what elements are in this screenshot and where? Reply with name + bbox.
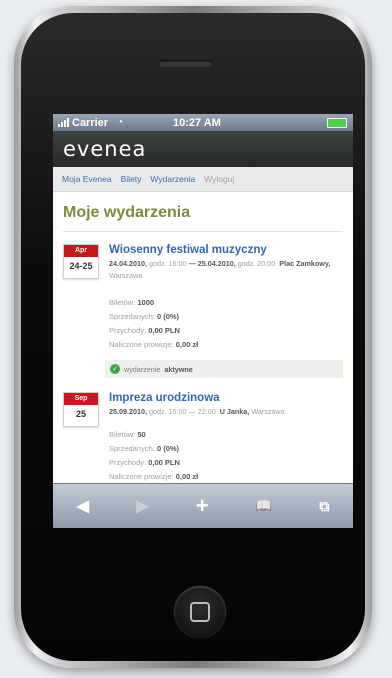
sold-label: Sprzedanych: [109,312,155,321]
event-venue: U Janka, [219,407,250,416]
event-end-date: — 25.04.2010, [188,259,236,268]
app-header: evenea [53,131,353,167]
phone-screen: Carrier ◔ 10:27 AM evenea Moja Evenea Bi… [53,114,353,528]
main-nav: Moja Evenea Bilety Wydarzenia Wyloguj [53,167,353,192]
sold-value: 0 (0%) [156,312,180,321]
check-icon: ✓ [110,364,120,374]
event-day: 24-25 [69,261,93,271]
event-date-badge: Sep 25 [63,392,99,427]
event-city: Warszawa [251,407,285,416]
income-value: 0,00 PLN [148,326,180,335]
event-card: Apr 24-25 Wiosenny festiwal muzyczny 24.… [53,232,353,378]
event-meta: 25.09.2010, godz. 15:00 — 22:00 U Janka,… [109,406,343,418]
event-stats: Biletów: 50 Sprzedanych: 0 (0%) Przychod… [109,428,343,484]
nav-wyloguj[interactable]: Wyloguj [204,174,234,184]
income-label: Przychody: [109,458,147,467]
forward-icon[interactable]: ▶ [136,496,148,516]
event-start-time: godz. 15:00 [148,407,187,416]
add-bookmark-icon[interactable]: + [196,493,209,519]
event-status-badge: ✓ wydarzenie aktywne [105,360,343,378]
pages-icon[interactable]: ⧉ [319,498,329,515]
nav-moja-evenea[interactable]: Moja Evenea [62,174,112,184]
home-square-icon [190,602,210,622]
bookmarks-icon[interactable]: 📖 [256,498,272,514]
wifi-icon: ◔ [117,117,124,128]
event-day: 25 [75,409,86,419]
event-city: Warszawa [109,271,143,280]
battery-icon [327,117,347,128]
page-title: Moje wydarzenia [63,204,191,221]
tickets-value: 1000 [137,298,155,307]
tickets-label: Biletów: [109,298,136,307]
event-end-time: godz. 20:00 [237,259,276,268]
income-label: Przychody: [109,326,147,335]
fee-value: 0,00 zł [175,472,199,481]
clock: 10:27 AM [173,116,221,129]
event-start-date: 25.09.2010, [109,407,147,416]
fee-value: 0,00 zł [175,340,199,349]
safari-toolbar: ◀ ▶ + 📖 ⧉ [53,483,353,528]
tickets-value: 50 [137,430,146,439]
status-prefix: wydarzenie [124,364,161,374]
fee-label: Naliczone prowizje: [109,472,174,481]
carrier-label: Carrier [72,116,109,129]
nav-bilety[interactable]: Bilety [121,174,142,184]
signal-icon [58,118,69,127]
fee-label: Naliczone prowizje: [109,340,174,349]
home-button[interactable] [174,586,226,638]
event-title-link[interactable]: Impreza urodzinowa [109,392,343,404]
sold-value: 0 (0%) [156,444,180,453]
status-value: aktywne [164,364,193,374]
status-bar: Carrier ◔ 10:27 AM [53,114,353,131]
event-end-time: — 22:00 [188,407,216,416]
back-icon[interactable]: ◀ [77,496,89,516]
sold-label: Sprzedanych: [109,444,155,453]
event-title-link[interactable]: Wiosenny festiwal muzyczny [109,244,343,256]
event-date-badge: Apr 24-25 [63,244,99,279]
nav-wydarzenia[interactable]: Wydarzenia [150,174,195,184]
event-stats: Biletów: 1000 Sprzedanych: 0 (0%) Przych… [109,296,343,352]
event-meta: 24.04.2010, godz. 16:00 — 25.04.2010, go… [109,258,343,282]
event-card: Sep 25 Impreza urodzinowa 25.09.2010, go… [53,378,353,484]
event-start-date: 24.04.2010, [109,259,147,268]
earpiece-speaker [158,60,213,67]
event-month: Sep [64,393,98,405]
evenea-logo[interactable]: evenea [63,137,146,161]
tickets-label: Biletów: [109,430,136,439]
event-start-time: godz. 16:00 [148,259,187,268]
event-month: Apr [64,245,98,257]
income-value: 0,00 PLN [148,458,180,467]
event-venue: Plac Zamkowy, [279,259,331,268]
